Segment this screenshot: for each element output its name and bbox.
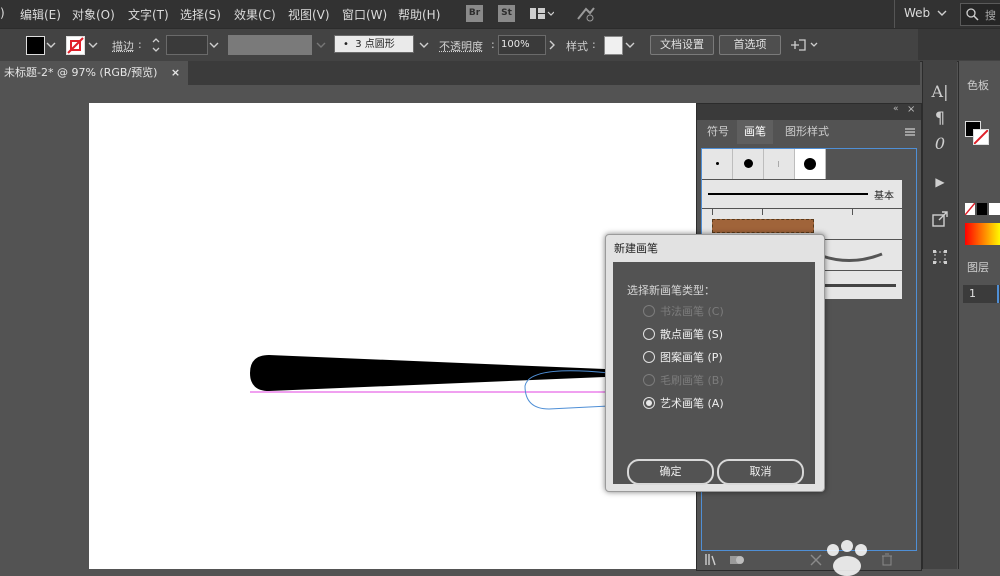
stroke-weight-stepper[interactable]: [151, 36, 161, 54]
stroke-swatch[interactable]: [66, 36, 85, 55]
paragraph-panel-icon[interactable]: ¶: [929, 107, 951, 129]
brush-libraries-icon[interactable]: [705, 553, 719, 566]
opacity-label[interactable]: 不透明度: [439, 38, 483, 54]
color-spectrum[interactable]: [965, 223, 1000, 245]
menu-item-effect[interactable]: 效果(C): [234, 6, 276, 23]
radio-button-selected[interactable]: [643, 397, 655, 409]
radio-art-brush[interactable]: 艺术画笔 (A): [643, 396, 724, 412]
chevron-down-icon[interactable]: [46, 41, 56, 49]
actions-panel-icon[interactable]: ▶: [929, 171, 951, 193]
menu-item-object[interactable]: 对象(O): [72, 6, 115, 23]
chevron-down-icon[interactable]: [419, 41, 429, 49]
style-label: 样式: [566, 38, 588, 54]
brush-definition-field[interactable]: • 3 点圆形: [334, 35, 414, 53]
search-box[interactable]: 搜: [960, 3, 1000, 26]
radio-scatter-brush[interactable]: 散点画笔 (S): [643, 327, 723, 343]
stroke-color-swatch[interactable]: [973, 129, 989, 145]
panel-header[interactable]: « ×: [697, 104, 921, 120]
close-icon[interactable]: ×: [907, 104, 915, 115]
panel-menu-icon[interactable]: [904, 127, 916, 137]
dialog-title: 新建画笔: [614, 240, 658, 256]
brush-panel-footer: [697, 550, 921, 570]
calligraphic-brushes-row[interactable]: [702, 149, 902, 179]
brush-definition-value: 3 点圆形: [355, 39, 395, 50]
gpu-performance-icon[interactable]: [576, 5, 596, 26]
tab-symbols[interactable]: 符号: [703, 120, 733, 144]
menu-item-window[interactable]: 窗口(W): [342, 6, 387, 23]
export-asset-icon[interactable]: [932, 211, 948, 227]
menu-bar: ) 编辑(E) 对象(O) 文字(T) 选择(S) 效果(C) 视图(V) 窗口…: [0, 0, 1000, 28]
tab-swatches[interactable]: 色板: [967, 77, 989, 93]
bridge-icon[interactable]: Br: [466, 5, 483, 22]
stock-icon[interactable]: St: [498, 5, 515, 22]
radio-button[interactable]: [643, 328, 655, 340]
cancel-button[interactable]: 取消: [717, 459, 804, 485]
transform-align-icon[interactable]: [789, 36, 819, 54]
stroke-weight-field[interactable]: [166, 35, 208, 55]
radio-button: [643, 305, 655, 317]
chevron-down-icon[interactable]: [316, 41, 326, 49]
radio-button: [643, 374, 655, 386]
tab-brushes[interactable]: 画笔: [737, 120, 773, 144]
collapse-icon[interactable]: «: [893, 104, 899, 114]
right-panel-dock: 色板 图层 1: [958, 61, 1000, 569]
arrange-documents-icon[interactable]: [530, 7, 546, 20]
fill-swatch[interactable]: [26, 36, 45, 55]
document-tab[interactable]: 未标题-2* @ 97% (RGB/预览) ×: [0, 61, 188, 85]
close-icon[interactable]: ×: [171, 66, 180, 79]
character-panel-icon[interactable]: A|: [929, 81, 951, 103]
document-setup-button[interactable]: 文档设置: [650, 35, 714, 55]
chevron-down-icon[interactable]: [209, 41, 219, 49]
watermark-logo: [815, 536, 885, 576]
control-bar: 描边 : • 3 点圆形 不透明度 : 100% 样式 : 文档设置 首选项: [0, 28, 1000, 62]
brush-stroke-shape: [250, 355, 629, 391]
search-icon: [966, 8, 980, 22]
menu-item-view[interactable]: 视图(V): [288, 6, 330, 23]
radio-calligraphic-brush: 书法画笔 (C): [643, 304, 724, 320]
libraries-panel-icon[interactable]: [729, 553, 745, 566]
radio-bristle-brush: 毛刷画笔 (B): [643, 373, 724, 389]
chevron-down-icon[interactable]: [937, 7, 947, 21]
graphic-style-swatch[interactable]: [604, 36, 623, 55]
search-placeholder: 搜: [985, 7, 996, 23]
chevron-right-icon[interactable]: [548, 40, 556, 50]
workspace-switcher[interactable]: Web: [904, 6, 930, 20]
dialog-body: 选择新画笔类型： 书法画笔 (C) 散点画笔 (S) 图案画笔 (P) 毛刷画笔…: [613, 262, 815, 484]
tab-layers[interactable]: 图层: [967, 259, 989, 275]
color-quick-swatches[interactable]: [965, 203, 1000, 215]
tool-strip: A| ¶ 0 ▶: [922, 61, 957, 569]
new-brush-dialog: 新建画笔 选择新画笔类型： 书法画笔 (C) 散点画笔 (S) 图案画笔 (P)…: [605, 234, 825, 492]
menu-item-help[interactable]: 帮助(H): [398, 6, 440, 23]
opacity-field[interactable]: 100%: [498, 35, 546, 55]
layer-row[interactable]: 1: [963, 285, 1000, 303]
stroke-label[interactable]: 描边: [112, 38, 134, 54]
basic-brush-row[interactable]: 基本: [702, 180, 902, 208]
basic-brush-label: 基本: [874, 187, 894, 202]
preferences-button[interactable]: 首选项: [719, 35, 781, 55]
layer-number: 1: [969, 287, 976, 300]
variable-width-profile[interactable]: [228, 35, 312, 55]
dialog-prompt: 选择新画笔类型：: [627, 282, 715, 298]
radio-button[interactable]: [643, 351, 655, 363]
chevron-down-icon[interactable]: [88, 41, 98, 49]
menu-item-edit[interactable]: 编辑(E): [20, 6, 61, 23]
menu-item-select[interactable]: 选择(S): [180, 6, 221, 23]
menu-item-partial[interactable]: ): [0, 6, 5, 20]
radio-pattern-brush[interactable]: 图案画笔 (P): [643, 350, 723, 366]
ok-button[interactable]: 确定: [627, 459, 714, 485]
transform-panel-icon[interactable]: [932, 249, 948, 265]
document-tab-title: 未标题-2* @ 97% (RGB/预览): [4, 66, 157, 79]
menu-item-type[interactable]: 文字(T): [128, 6, 169, 23]
chevron-down-icon[interactable]: [625, 41, 635, 49]
tab-graphic-styles[interactable]: 图形样式: [779, 120, 835, 144]
opentype-panel-icon[interactable]: 0: [929, 133, 951, 155]
